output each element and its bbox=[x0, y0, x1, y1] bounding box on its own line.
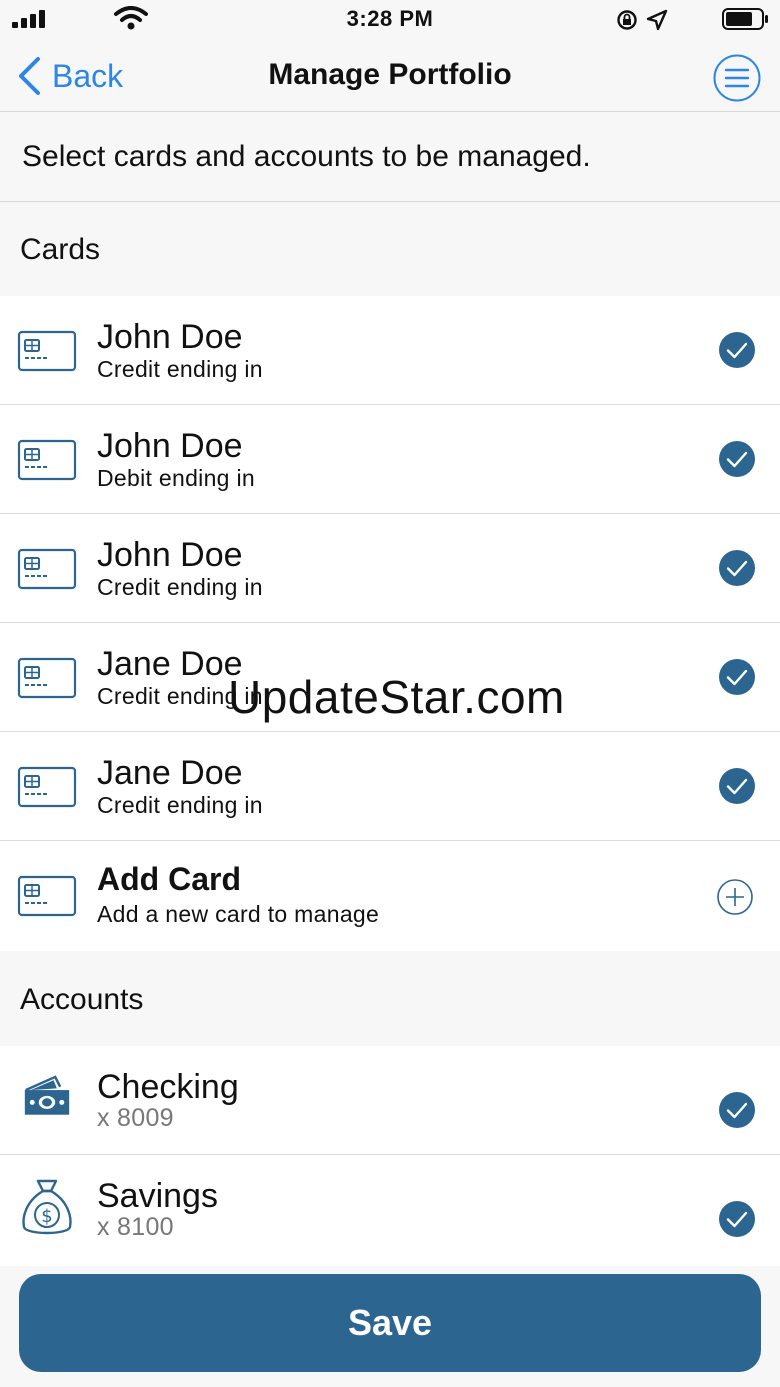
navigation-bar: Back Manage Portfolio bbox=[0, 40, 780, 112]
checkmark-icon[interactable] bbox=[719, 332, 755, 368]
card-holder-name: Jane Doe bbox=[97, 754, 243, 792]
card-type-label: Credit ending in bbox=[97, 683, 263, 709]
add-circle-icon[interactable] bbox=[717, 879, 753, 915]
accounts-list: Checking x 8009 $ Savings x 8100 bbox=[0, 1046, 780, 1266]
account-number: x 8009 bbox=[97, 1104, 174, 1132]
location-icon bbox=[646, 9, 668, 31]
card-holder-name: John Doe bbox=[97, 318, 243, 356]
back-button[interactable]: Back bbox=[16, 54, 123, 98]
status-bar: 3:28 PM bbox=[0, 0, 780, 40]
credit-card-icon bbox=[17, 875, 77, 917]
instruction-text: Select cards and accounts to be managed. bbox=[22, 140, 591, 173]
card-row[interactable]: John Doe Credit ending in bbox=[0, 296, 780, 405]
checkmark-icon[interactable] bbox=[719, 550, 755, 586]
checkmark-icon[interactable] bbox=[719, 1092, 755, 1128]
checkmark-icon[interactable] bbox=[719, 441, 755, 477]
credit-card-icon bbox=[17, 330, 77, 372]
account-number: x 8100 bbox=[97, 1213, 174, 1241]
credit-card-icon bbox=[17, 548, 77, 590]
card-row[interactable]: Jane Doe Credit ending in bbox=[0, 732, 780, 841]
card-type-label: Credit ending in bbox=[97, 574, 263, 600]
account-row-checking[interactable]: Checking x 8009 bbox=[0, 1046, 780, 1155]
account-row-savings[interactable]: $ Savings x 8100 bbox=[0, 1155, 780, 1264]
account-name: Savings bbox=[97, 1177, 218, 1215]
card-type-label: Credit ending in bbox=[97, 356, 263, 382]
battery-icon bbox=[722, 8, 768, 30]
checkmark-icon[interactable] bbox=[719, 768, 755, 804]
card-holder-name: Jane Doe bbox=[97, 645, 243, 683]
chevron-left-icon bbox=[19, 57, 40, 95]
card-row[interactable]: John Doe Debit ending in bbox=[0, 405, 780, 514]
cards-list: John Doe Credit ending in John Doe Debit… bbox=[0, 296, 780, 951]
credit-card-icon bbox=[17, 657, 77, 699]
checkmark-icon[interactable] bbox=[719, 1201, 755, 1237]
cash-icon bbox=[24, 1075, 70, 1115]
cards-header-label: Cards bbox=[20, 233, 101, 266]
add-card-row[interactable]: Add Card Add a new card to manage bbox=[0, 841, 780, 950]
add-card-title: Add Card bbox=[97, 861, 241, 897]
card-row[interactable]: Jane Doe Credit ending in bbox=[0, 623, 780, 732]
credit-card-icon bbox=[17, 439, 77, 481]
add-card-description: Add a new card to manage bbox=[97, 901, 380, 927]
accounts-header-label: Accounts bbox=[20, 983, 144, 1016]
back-label: Back bbox=[52, 57, 124, 94]
money-bag-icon: $ bbox=[22, 1179, 72, 1235]
card-type-label: Credit ending in bbox=[97, 792, 263, 818]
orientation-lock-icon bbox=[617, 10, 637, 30]
account-name: Checking bbox=[97, 1068, 239, 1106]
accounts-section-header: Accounts bbox=[0, 951, 780, 1046]
save-button[interactable]: Save bbox=[19, 1274, 761, 1372]
card-row[interactable]: John Doe Credit ending in bbox=[0, 514, 780, 623]
cards-section-header: Cards bbox=[0, 203, 780, 296]
credit-card-icon bbox=[17, 766, 77, 808]
menu-icon[interactable] bbox=[713, 54, 761, 102]
instruction-banner: Select cards and accounts to be managed. bbox=[0, 112, 780, 202]
svg-text:$: $ bbox=[41, 1206, 52, 1227]
card-type-label: Debit ending in bbox=[97, 465, 255, 491]
card-holder-name: John Doe bbox=[97, 536, 243, 574]
checkmark-icon[interactable] bbox=[719, 659, 755, 695]
card-holder-name: John Doe bbox=[97, 427, 243, 465]
